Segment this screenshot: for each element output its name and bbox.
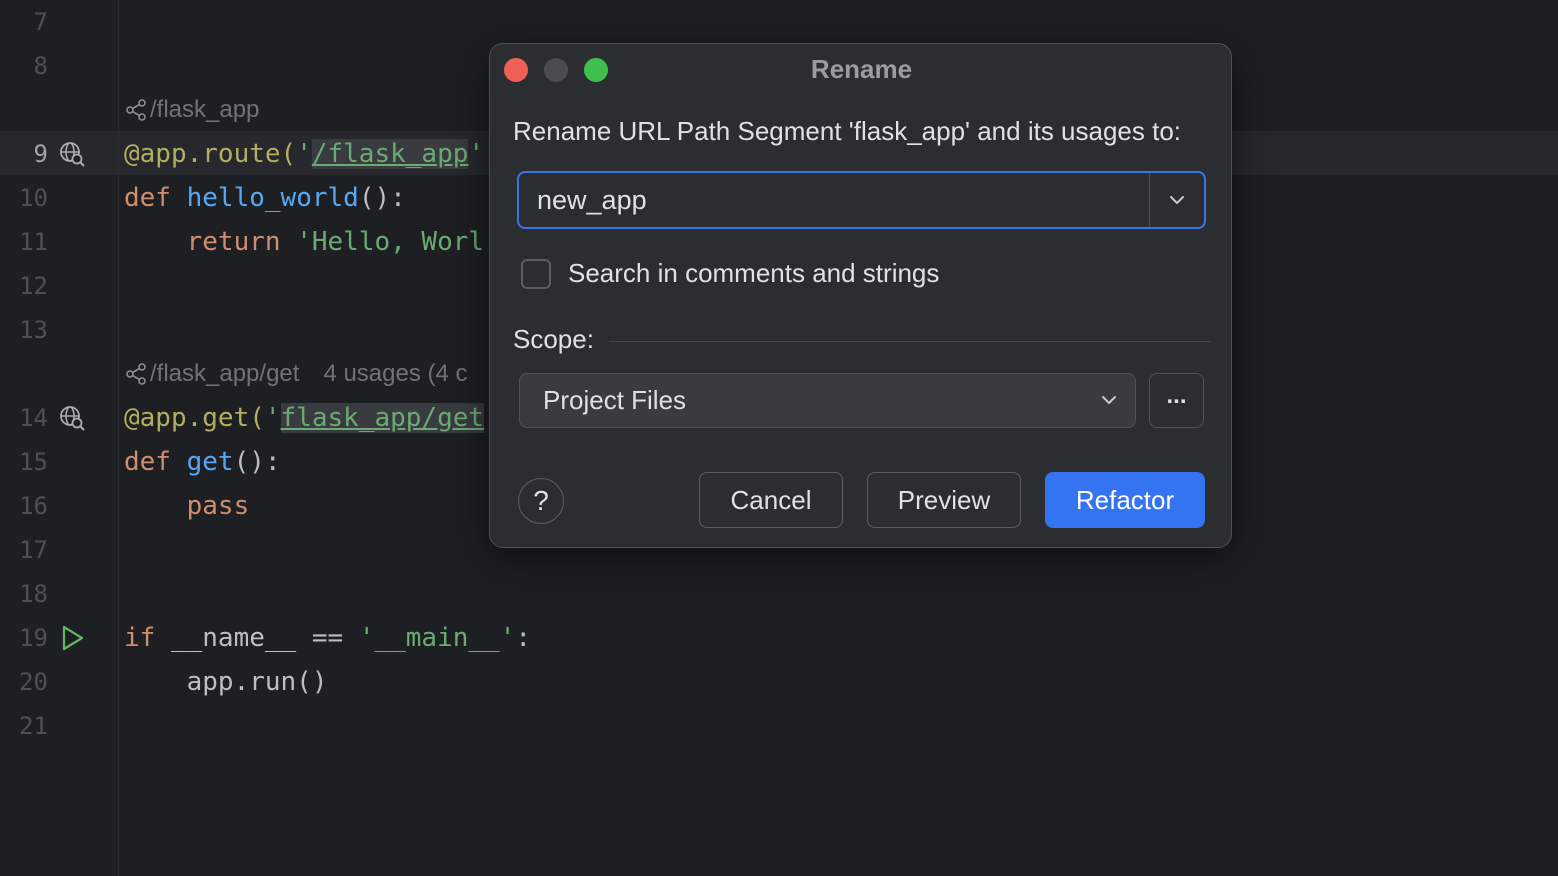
scope-label: Scope: (513, 324, 594, 354)
history-dropdown-button[interactable] (1150, 173, 1204, 227)
scope-select[interactable]: Project Files (519, 373, 1136, 428)
line-number: 10 (19, 184, 48, 212)
code-token: pass (124, 491, 250, 521)
line-number: 21 (19, 712, 48, 740)
search-comments-label[interactable]: Search in comments and strings (568, 258, 939, 289)
line-number: 19 (19, 624, 48, 652)
search-comments-option[interactable]: Search in comments and strings (521, 258, 939, 289)
code-line[interactable]: if __name__ == '__main__': (124, 616, 531, 660)
new-name-input[interactable] (519, 173, 1149, 227)
run-icon[interactable] (58, 624, 86, 652)
code-line[interactable]: def get(): (124, 440, 281, 484)
chevron-down-icon (1170, 196, 1184, 204)
refactor-button[interactable]: Refactor (1045, 472, 1205, 528)
endpoint-path: /flask_app/get (150, 360, 300, 387)
search-comments-checkbox[interactable] (521, 258, 551, 289)
code-token: (): (233, 447, 281, 477)
code-line[interactable]: @app.route('/flask_app' (124, 132, 484, 176)
help-button[interactable]: ? (518, 478, 564, 524)
code-token: (): (358, 183, 406, 213)
new-name-combobox[interactable] (517, 171, 1206, 229)
code-token: __name__ == (170, 623, 359, 653)
gutter-divider (118, 0, 119, 876)
code-line[interactable]: @app.get('flask_app/get (124, 396, 485, 440)
line-number: 20 (19, 668, 48, 696)
code-token: ' (264, 403, 281, 433)
chevron-down-icon (1102, 396, 1116, 404)
line-number: 14 (19, 404, 48, 432)
cancel-button[interactable]: Cancel (699, 472, 843, 528)
code-line[interactable]: app.run() (124, 660, 328, 704)
code-token: get (186, 447, 234, 477)
endpoint-inlay-hint[interactable]: /flask_app (124, 88, 259, 132)
dialog-title: Rename (810, 54, 913, 84)
endpoint-inlay-hint[interactable]: /flask_app/get 4 usages (4 c (124, 352, 468, 396)
code-token: app.run() (124, 667, 328, 697)
line-number: 12 (19, 272, 48, 300)
code-token: hello_world (186, 183, 359, 213)
endpoint-path: /flask_app (150, 96, 260, 123)
code-line[interactable]: def hello_world(): (124, 176, 406, 220)
code-token: def (124, 447, 187, 477)
code-token: ' (296, 139, 312, 169)
line-number: 7 (33, 8, 48, 36)
web-endpoint-icon[interactable] (58, 140, 86, 168)
code-token: @app.get( (124, 403, 265, 433)
line-number: 9 (33, 140, 48, 168)
share-icon (126, 363, 146, 385)
rename-dialog: Rename Rename URL Path Segment 'flask_ap… (489, 43, 1232, 548)
code-token: return (124, 227, 297, 257)
code-token: ' (468, 139, 485, 169)
preview-button[interactable]: Preview (867, 472, 1021, 528)
line-number: 17 (19, 536, 48, 564)
code-line[interactable]: pass (124, 484, 250, 528)
code-token: if (124, 623, 171, 653)
line-number: 16 (19, 492, 48, 520)
code-token: @app.route( (124, 139, 297, 169)
scope-value: Project Files (543, 385, 687, 415)
code-token: : (515, 623, 532, 653)
line-number: 11 (19, 228, 48, 256)
share-icon (126, 99, 146, 121)
line-number: 8 (33, 52, 48, 80)
code-token: def (124, 183, 187, 213)
web-endpoint-icon[interactable] (58, 404, 86, 432)
line-number: 13 (19, 316, 48, 344)
usages-count[interactable]: 4 usages (4 c (323, 352, 467, 396)
code-line[interactable]: return 'Hello, Worl (124, 220, 484, 264)
line-number: 18 (19, 580, 48, 608)
scope-separator (609, 341, 1211, 342)
rename-prompt: Rename URL Path Segment 'flask_app' and … (513, 116, 1182, 146)
choose-scope-button[interactable]: ... (1149, 373, 1204, 428)
code-token: 'Hello, Worl (296, 227, 485, 257)
code-token: '__main__' (358, 623, 516, 653)
line-number: 15 (19, 448, 48, 476)
code-token: /flask_app (311, 139, 469, 169)
code-token: flask_app/get (280, 403, 485, 433)
